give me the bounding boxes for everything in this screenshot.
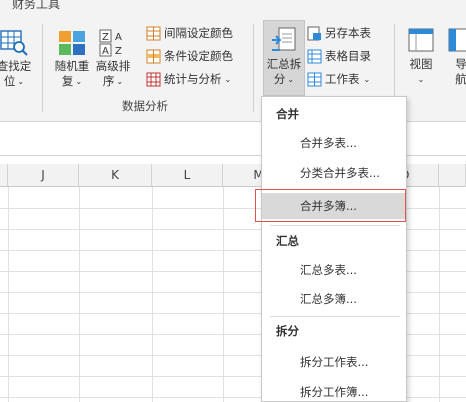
worksheet-icon (307, 72, 322, 86)
menu-item-merge-sheets[interactable]: 合并多表... (262, 130, 406, 156)
column-header-p[interactable] (439, 164, 466, 187)
random-repeat-button[interactable]: 随机重 复 ⌄ (52, 28, 92, 89)
menu-separator (270, 225, 400, 226)
table-directory-icon (307, 49, 322, 63)
column-header-partial[interactable] (0, 164, 8, 187)
table-directory-label: 表格目录 (325, 49, 371, 63)
stats-icon (146, 72, 161, 86)
worksheet-button[interactable]: 工作表 ⌄ (307, 70, 370, 88)
menu-item-split-workbook[interactable]: 拆分工作簿... (262, 379, 406, 402)
svg-text:Z: Z (115, 46, 122, 57)
random-grid-icon (59, 31, 85, 55)
save-as-sheet-button[interactable]: 另存本表 (307, 24, 371, 42)
advanced-sort-label-2: 序 (102, 74, 115, 88)
ribbon-separator (42, 24, 43, 112)
column-header-k[interactable]: K (79, 164, 152, 187)
condition-color-label: 条件设定颜色 (164, 49, 233, 63)
find-locate-button[interactable]: 查找定 位 ⌄ (0, 28, 34, 89)
column-header-l[interactable]: L (152, 164, 223, 187)
chevron-down-icon: ⌄ (417, 75, 425, 84)
advanced-sort-button[interactable]: Z A A Z 高级排 序 ⌄ (92, 28, 134, 89)
chevron-down-icon: ⌄ (287, 75, 295, 84)
grid-line (8, 187, 9, 402)
section-title-split: 拆分 (276, 324, 299, 338)
ribbon-separator (253, 24, 254, 112)
section-title-merge: 合并 (276, 107, 299, 121)
navigation-label-1: 导 (455, 57, 466, 71)
grid-line (152, 187, 153, 402)
chevron-down-icon: ⌄ (363, 74, 371, 84)
chevron-down-icon: ⌄ (75, 77, 83, 86)
navigation-icon (448, 28, 466, 52)
merge-split-icon (272, 27, 296, 51)
find-locate-label-2: 位 (3, 74, 16, 88)
save-sheet-icon (307, 26, 321, 40)
table-directory-button[interactable]: 表格目录 (307, 47, 371, 65)
menu-separator (270, 316, 400, 317)
advanced-sort-label-1: 高级排 (95, 59, 131, 73)
merge-split-button[interactable]: 汇总拆 分 ⌄ (263, 26, 305, 87)
merge-split-dropdown-menu: 合并 合并多表... 分类合并多表... 合并多簿... 汇总 汇总多表... … (261, 96, 407, 402)
random-label-2: 复 (61, 74, 74, 88)
merge-split-label-1: 汇总拆 (266, 57, 302, 71)
menu-item-summary-workbooks[interactable]: 汇总多簿... (262, 286, 406, 312)
section-title-summary: 汇总 (276, 234, 299, 248)
stats-analysis-label: 统计与分析 (164, 72, 222, 86)
view-label: 视图 (409, 57, 433, 71)
save-as-sheet-label: 另存本表 (325, 26, 371, 40)
find-locate-label-1: 查找定 (0, 59, 32, 73)
chevron-down-icon: ⌄ (116, 77, 124, 86)
svg-text:Z: Z (102, 32, 109, 43)
grid-line (223, 187, 224, 402)
view-button[interactable]: 视图 ⌄ (402, 26, 440, 87)
column-header-j[interactable]: J (8, 164, 79, 187)
ribbon-tab-title[interactable]: 财务工具 (12, 0, 60, 12)
navigation-label-2: 航 (455, 72, 466, 86)
menu-item-split-sheet[interactable]: 拆分工作表... (262, 349, 406, 375)
svg-text:A: A (115, 32, 122, 43)
navigation-button[interactable]: 导 航 (446, 26, 466, 87)
group-label-data-analysis: 数据分析 (122, 99, 168, 113)
highlight-box (255, 189, 406, 222)
view-icon (408, 28, 434, 52)
chevron-down-icon: ⌄ (224, 74, 232, 84)
random-label-1: 随机重 (54, 59, 90, 73)
merge-split-label-2: 分 (273, 72, 286, 86)
stats-analysis-button[interactable]: 统计与分析 ⌄ (146, 70, 231, 88)
interval-color-label: 间隔设定颜色 (164, 26, 233, 40)
menu-item-category-merge-sheets[interactable]: 分类合并多表... (262, 160, 406, 186)
condition-color-icon (146, 49, 161, 63)
condition-color-button[interactable]: 条件设定颜色 (146, 47, 233, 65)
chevron-down-icon: ⌄ (17, 77, 25, 86)
menu-item-summary-sheets[interactable]: 汇总多表... (262, 257, 406, 283)
worksheet-label: 工作表 (325, 72, 360, 86)
find-locate-icon (0, 30, 28, 56)
interval-color-icon (146, 26, 161, 40)
grid-line (439, 187, 440, 402)
sort-az-icon: Z A A Z (99, 29, 122, 57)
grid-line (79, 187, 80, 402)
svg-text:A: A (102, 46, 109, 57)
interval-color-button[interactable]: 间隔设定颜色 (146, 24, 233, 42)
